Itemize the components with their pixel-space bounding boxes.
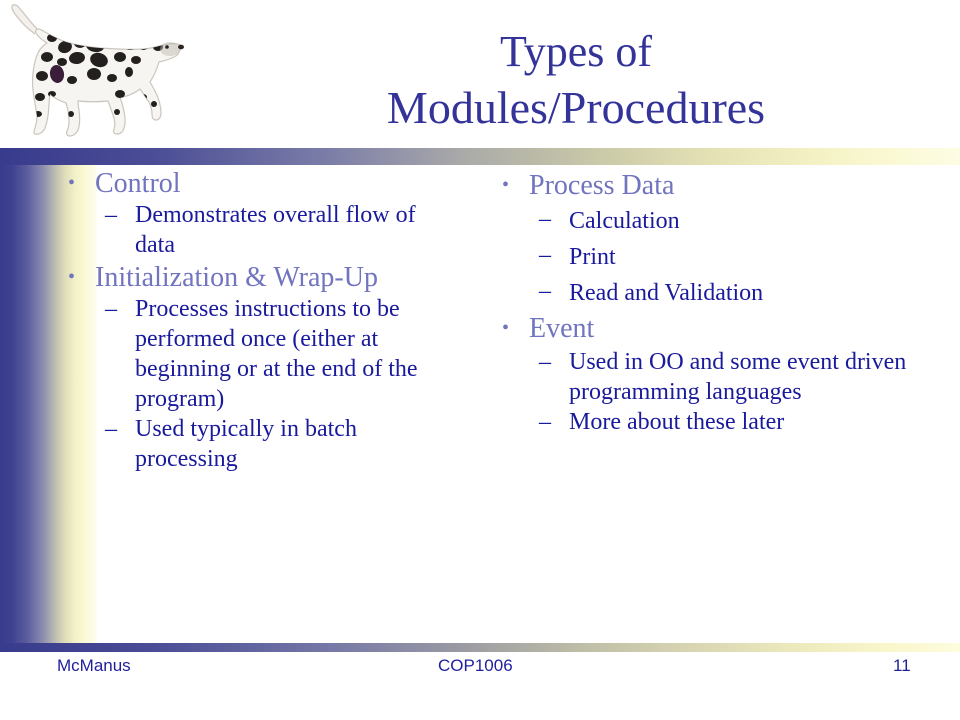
bullet-level1-initialization-wrap-up: • Initialization & Wrap-Up – Processes i… — [62, 261, 460, 474]
slide-body: • Control – Demonstrates overall flow of… — [0, 167, 960, 637]
bullet-level2-label: Used in OO and some event driven program… — [569, 349, 907, 405]
bullet-level2-label: Calculation — [569, 208, 680, 234]
bullet-level1-label: Event — [529, 313, 595, 344]
bullet-level2-item: – More about these later — [529, 407, 916, 437]
bullet-dash-icon: – — [539, 206, 551, 232]
footer-author: McManus — [57, 656, 131, 675]
title-line-2: Modules/Procedures — [386, 82, 766, 133]
bullet-dash-icon: – — [539, 349, 551, 375]
bullet-dot-icon: • — [502, 317, 510, 339]
bullet-dot-icon: • — [502, 174, 510, 196]
slide: Types of Modules/Procedures • Control – … — [0, 0, 960, 720]
bullet-level2-item: – Used in OO and some event driven progr… — [529, 347, 916, 407]
bullet-level1-process-data: • Process Data – Calculation – Print – R… — [496, 169, 916, 310]
bullet-level2-label: Demonstrates overall flow of data — [135, 202, 416, 258]
bullet-dot-icon: • — [68, 266, 76, 288]
slide-footer: McManus COP1006 11 — [0, 655, 960, 685]
bullet-level2-item: – Print — [529, 240, 916, 274]
bullet-list-right: • Process Data – Calculation – Print – R… — [496, 169, 916, 437]
slide-title: Types of Modules/Procedures — [200, 24, 952, 144]
bullet-level1-control: • Control – Demonstrates overall flow of… — [62, 167, 460, 260]
content-column-left: • Control – Demonstrates overall flow of… — [62, 167, 460, 475]
dalmatian-dog-icon — [2, 2, 192, 144]
bullet-level1-label: Initialization & Wrap-Up — [95, 262, 378, 293]
bullet-level2-item: – Used typically in batch processing — [95, 414, 460, 474]
title-line-1: Types of — [499, 27, 653, 76]
sub-bullet-list: – Used in OO and some event driven progr… — [529, 347, 916, 437]
bullet-level2-item: – Calculation — [529, 204, 916, 238]
footer-course-code: COP1006 — [438, 656, 513, 675]
bullet-level2-label: Processes instructions to be performed o… — [135, 296, 418, 412]
bullet-level2-item: – Processes instructions to be performed… — [95, 294, 460, 414]
footer-page-number: 11 — [893, 656, 911, 675]
content-column-right: • Process Data – Calculation – Print – R… — [496, 167, 916, 438]
sub-bullet-list: – Processes instructions to be performed… — [95, 294, 460, 474]
bullet-dash-icon: – — [105, 416, 117, 442]
bullet-level2-label: Print — [569, 244, 616, 270]
footer-gradient-band — [0, 643, 960, 652]
bullet-list-left: • Control – Demonstrates overall flow of… — [62, 167, 460, 474]
sub-bullet-list: – Calculation – Print – Read and Validat… — [529, 204, 916, 310]
sub-bullet-list: – Demonstrates overall flow of data — [95, 200, 460, 260]
bullet-level2-label: Read and Validation — [569, 280, 764, 306]
bullet-level1-label: Control — [95, 168, 181, 199]
bullet-dot-icon: • — [68, 172, 76, 194]
bullet-dash-icon: – — [105, 296, 117, 322]
bullet-level2-label: More about these later — [569, 409, 785, 435]
bullet-dash-icon: – — [539, 278, 551, 304]
header-gradient-band — [0, 148, 960, 165]
bullet-dash-icon: – — [105, 202, 117, 228]
bullet-level1-event: • Event – Used in OO and some event driv… — [496, 312, 916, 437]
bullet-level2-label: Used typically in batch processing — [135, 416, 357, 472]
bullet-level2-item: – Read and Validation — [529, 276, 916, 310]
bullet-level2-item: – Demonstrates overall flow of data — [95, 200, 460, 260]
bullet-dash-icon: – — [539, 409, 551, 435]
bullet-level1-label: Process Data — [529, 170, 675, 201]
bullet-dash-icon: – — [539, 242, 551, 268]
